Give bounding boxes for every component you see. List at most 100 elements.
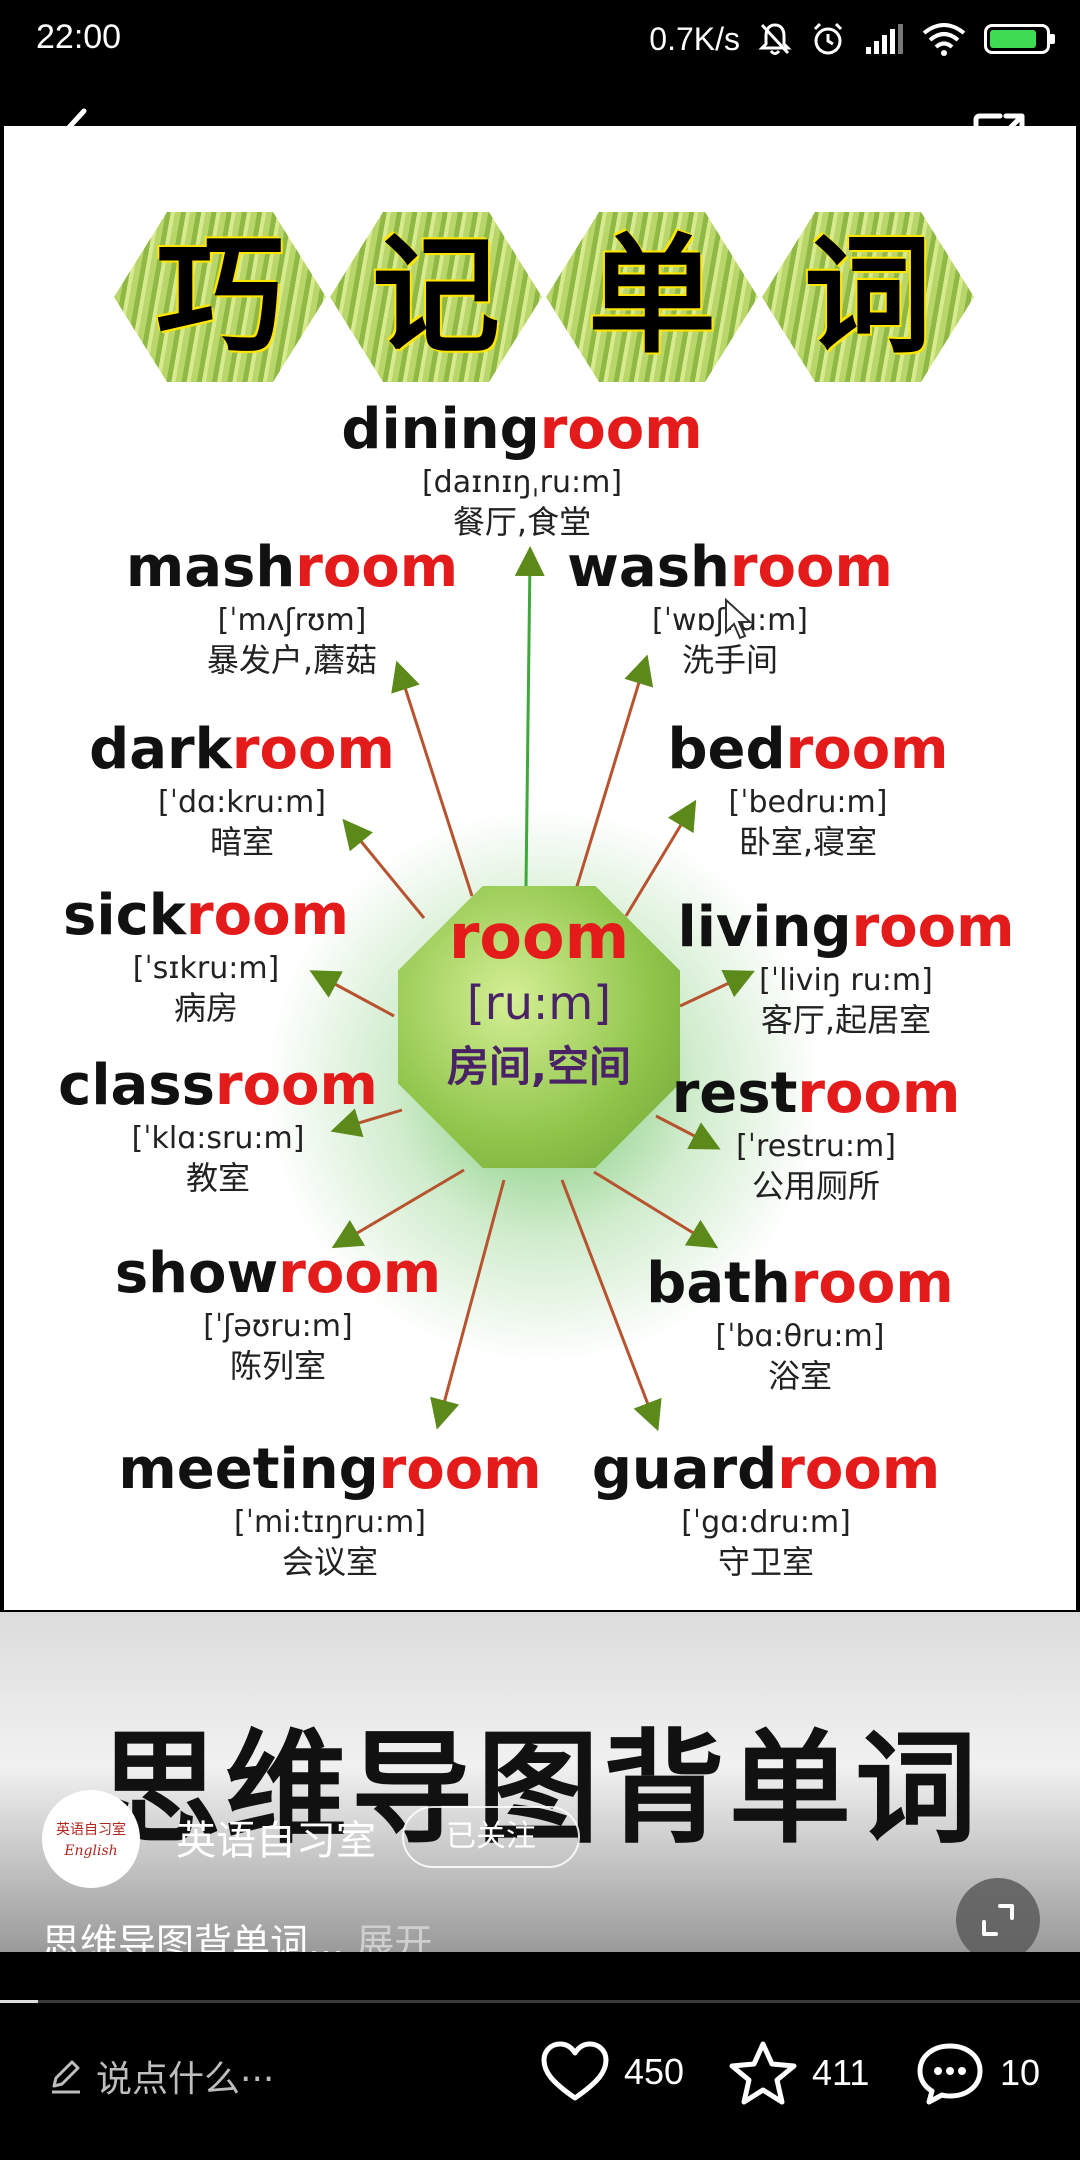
battery-level bbox=[990, 30, 1036, 48]
word-node: darkroom [ˈdɑ:kru:m] 暗室 bbox=[89, 722, 395, 862]
video-frame[interactable]: 巧 记 单 词 room [ru:m] 房间,空间 diningroom [da… bbox=[4, 126, 1076, 1610]
arrow bbox=[514, 546, 545, 887]
word-cn: 病房 bbox=[173, 989, 239, 1027]
word-cn: 公用厕所 bbox=[751, 1167, 880, 1205]
word-ipa: [ˈklɑ:sru:m] bbox=[131, 1121, 305, 1156]
author-avatar[interactable]: 英语自习室 English bbox=[42, 1790, 140, 1888]
comment-input[interactable]: 说点什么··· bbox=[46, 2050, 274, 2102]
word-ipa: [daɪnɪŋˌru:m] bbox=[421, 465, 623, 500]
word-ipa: [ˈsɪkru:m] bbox=[132, 951, 280, 986]
avatar-text: 英语自习室 bbox=[56, 1822, 126, 1838]
alarm-icon bbox=[813, 22, 843, 55]
battery-icon bbox=[984, 24, 1055, 54]
mouse-cursor-icon bbox=[725, 598, 753, 640]
word-cn: 卧室,寝室 bbox=[738, 823, 878, 861]
comment-count: 10 bbox=[1000, 2052, 1041, 2093]
comment-bubble-icon bbox=[917, 2043, 983, 2105]
favorite-button[interactable]: 411 bbox=[728, 2040, 869, 2106]
word-ipa: [ˈbɑ:θru:m] bbox=[715, 1319, 885, 1354]
word-suffix: room bbox=[729, 535, 893, 600]
word-prefix: guard bbox=[591, 1437, 778, 1502]
word-ipa: [ˈʃəʊru:m] bbox=[203, 1309, 353, 1344]
arrow bbox=[391, 660, 474, 897]
word-prefix: show bbox=[114, 1241, 279, 1306]
word-suffix: room bbox=[785, 717, 949, 782]
word-ipa: [ˈmi:tɪŋru:m] bbox=[234, 1505, 426, 1540]
arrow bbox=[572, 654, 654, 897]
heart-icon bbox=[541, 2041, 609, 2101]
comment-button[interactable]: 10 bbox=[914, 2040, 1040, 2106]
follow-button[interactable]: 已关注 bbox=[402, 1806, 580, 1868]
word-prefix: living bbox=[677, 895, 852, 960]
word-cn: 会议室 bbox=[281, 1543, 378, 1581]
word-cn: 教室 bbox=[185, 1159, 251, 1197]
center-word: room bbox=[448, 900, 630, 973]
center-node-text: room [ru:m] 房间,空间 bbox=[398, 906, 680, 1094]
word-node: restroom [ˈrestru:m] 公用厕所 bbox=[672, 1066, 961, 1206]
word-suffix: room bbox=[278, 1241, 442, 1306]
center-ipa: [ru:m] bbox=[466, 976, 612, 1030]
word-prefix: dark bbox=[89, 717, 232, 782]
word-ipa: [ˈrestru:m] bbox=[736, 1129, 896, 1164]
word-node: classroom [ˈklɑ:sru:m] 教室 bbox=[58, 1058, 378, 1198]
word-prefix: mash bbox=[125, 535, 296, 600]
word-ipa: [ˈdɑ:kru:m] bbox=[158, 785, 326, 820]
network-speed: 0.7K/s bbox=[649, 20, 740, 57]
word-node: meetingroom [ˈmi:tɪŋru:m] 会议室 bbox=[118, 1442, 541, 1582]
like-count: 450 bbox=[624, 2051, 685, 2092]
word-node: mashroom [ˈmʌʃrʊm] 暴发户,蘑菇 bbox=[126, 540, 458, 680]
word-cn: 守卫室 bbox=[717, 1543, 814, 1581]
word-cn: 暗室 bbox=[209, 823, 274, 861]
like-button[interactable]: 450 bbox=[540, 2040, 684, 2104]
author-name[interactable]: 英语自习室 bbox=[176, 1808, 376, 1866]
word-suffix: room bbox=[777, 1437, 941, 1502]
status-time: 22:00 bbox=[36, 18, 122, 56]
word-prefix: dining bbox=[341, 397, 540, 462]
word-suffix: room bbox=[186, 883, 349, 948]
word-ipa: [ˈmʌʃrʊm] bbox=[217, 603, 367, 638]
word-ipa: [ˈliviŋ ru:m] bbox=[759, 963, 933, 998]
word-node: diningroom [daɪnɪŋˌru:m] 餐厅,食堂 bbox=[341, 402, 702, 542]
word-cn: 暴发户,蘑菇 bbox=[206, 641, 378, 679]
word-suffix: room bbox=[214, 1053, 378, 1118]
word-suffix: room bbox=[231, 717, 395, 782]
word-node: showroom [ˈʃəʊru:m] 陈列室 bbox=[115, 1246, 441, 1386]
word-prefix: bath bbox=[646, 1251, 791, 1316]
signal-icon bbox=[866, 24, 903, 54]
mute-bell-icon bbox=[758, 23, 792, 55]
fullscreen-button[interactable] bbox=[956, 1878, 1040, 1962]
word-prefix: class bbox=[58, 1053, 215, 1118]
word-prefix: wash bbox=[567, 535, 730, 600]
word-prefix: sick bbox=[63, 883, 187, 948]
word-node: bedroom [ˈbedru:m] 卧室,寝室 bbox=[667, 722, 948, 862]
word-node: bathroom [ˈbɑ:θru:m] 浴室 bbox=[646, 1256, 953, 1396]
word-node: livingroom [ˈliviŋ ru:m] 客厅,起居室 bbox=[678, 900, 1015, 1040]
share-icon[interactable] bbox=[970, 108, 1030, 168]
word-suffix: room bbox=[797, 1061, 961, 1126]
word-suffix: room bbox=[539, 397, 703, 462]
arrow bbox=[430, 1179, 506, 1430]
word-node: sickroom [ˈsɪkru:m] 病房 bbox=[63, 888, 349, 1028]
word-cn: 浴室 bbox=[767, 1357, 832, 1395]
status-bar: 22:00 0.7K/s bbox=[0, 0, 1080, 80]
progress-fill bbox=[0, 2000, 38, 2003]
favorite-count: 411 bbox=[812, 2052, 870, 2093]
word-ipa: [ˈgɑ:dru:m] bbox=[681, 1505, 851, 1540]
wifi-icon bbox=[922, 23, 966, 56]
fullscreen-icon bbox=[982, 1904, 1014, 1936]
word-prefix: meeting bbox=[118, 1437, 379, 1502]
word-ipa: [ˈbedru:m] bbox=[728, 785, 888, 820]
avatar-sub: English bbox=[64, 1843, 118, 1859]
word-prefix: bed bbox=[667, 717, 786, 782]
word-prefix: rest bbox=[671, 1061, 798, 1126]
word-suffix: room bbox=[851, 895, 1015, 960]
back-arrow-icon[interactable] bbox=[50, 105, 100, 165]
star-icon bbox=[729, 2041, 797, 2105]
pencil-icon bbox=[52, 2060, 80, 2094]
word-cn: 客厅,起居室 bbox=[760, 1001, 932, 1039]
playback-progress[interactable] bbox=[0, 2000, 1080, 2003]
word-cn: 陈列室 bbox=[229, 1347, 327, 1385]
word-suffix: room bbox=[790, 1251, 954, 1316]
word-suffix: room bbox=[378, 1437, 542, 1502]
status-icons: 0.7K/s bbox=[649, 14, 1055, 64]
